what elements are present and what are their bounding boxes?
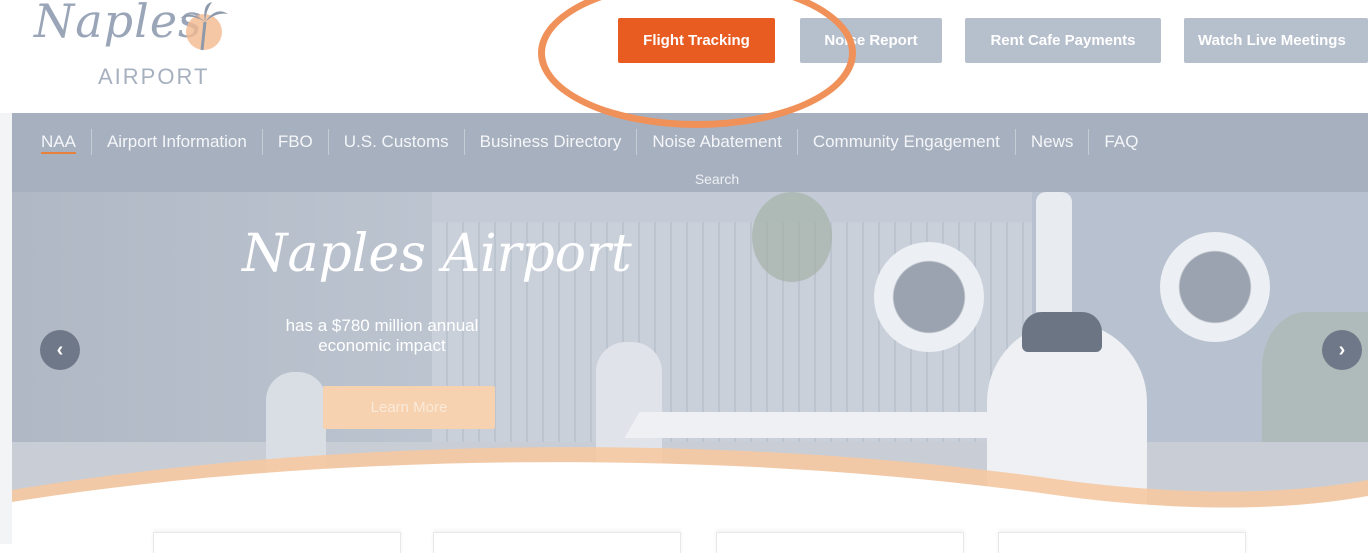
nav-item-fbo[interactable]: FBO	[261, 129, 328, 155]
naples-airport-logo[interactable]: Naples AIRPORT	[22, 0, 242, 100]
jet-cockpit-image	[1022, 312, 1102, 352]
nav-row: NAA Airport Information FBO U.S. Customs…	[12, 113, 1153, 171]
jet-engine-image	[1160, 232, 1270, 342]
feature-card[interactable]	[153, 532, 401, 553]
hangar-roof	[432, 192, 1032, 226]
nav-item-faq[interactable]: FAQ	[1088, 129, 1153, 155]
jet-tail-image	[1036, 192, 1072, 312]
main-nav: NAA Airport Information FBO U.S. Customs…	[12, 113, 1368, 192]
nav-search-link[interactable]: Search	[12, 171, 1368, 187]
hero-subtitle: has a $780 million annual economic impac…	[285, 316, 479, 355]
flight-tracking-button[interactable]: Flight Tracking	[618, 18, 775, 63]
nav-item-noise-abatement[interactable]: Noise Abatement	[636, 129, 796, 155]
hero-script-title: Naples Airport	[242, 224, 632, 284]
feature-card[interactable]	[998, 532, 1246, 553]
jet-engine-image	[874, 242, 984, 352]
logo-sub-text: AIRPORT	[98, 64, 210, 89]
carousel-next-arrow-icon[interactable]: ›	[1322, 330, 1362, 370]
feature-card[interactable]	[716, 532, 964, 553]
nav-item-business-directory[interactable]: Business Directory	[463, 129, 637, 155]
watch-live-meetings-button[interactable]: Watch Live Meetings	[1184, 18, 1368, 63]
site-header: Naples AIRPORT Flight Tracking Noise Rep…	[0, 0, 1368, 113]
nav-item-news[interactable]: News	[1014, 129, 1089, 155]
feature-card[interactable]	[433, 532, 681, 553]
palm-tree-icon	[180, 2, 228, 51]
noise-report-button[interactable]: Noise Report	[800, 18, 942, 63]
nav-item-community-engagement[interactable]: Community Engagement	[796, 129, 1015, 155]
carousel-prev-arrow-icon[interactable]: ‹	[40, 330, 80, 370]
hero-wave-divider	[12, 447, 1368, 544]
nav-item-airport-information[interactable]: Airport Information	[90, 129, 262, 155]
rent-cafe-payments-button[interactable]: Rent Cafe Payments	[965, 18, 1161, 63]
tree-image	[752, 192, 832, 282]
nav-item-us-customs[interactable]: U.S. Customs	[327, 129, 464, 155]
nav-item-naa[interactable]: NAA	[12, 129, 91, 155]
